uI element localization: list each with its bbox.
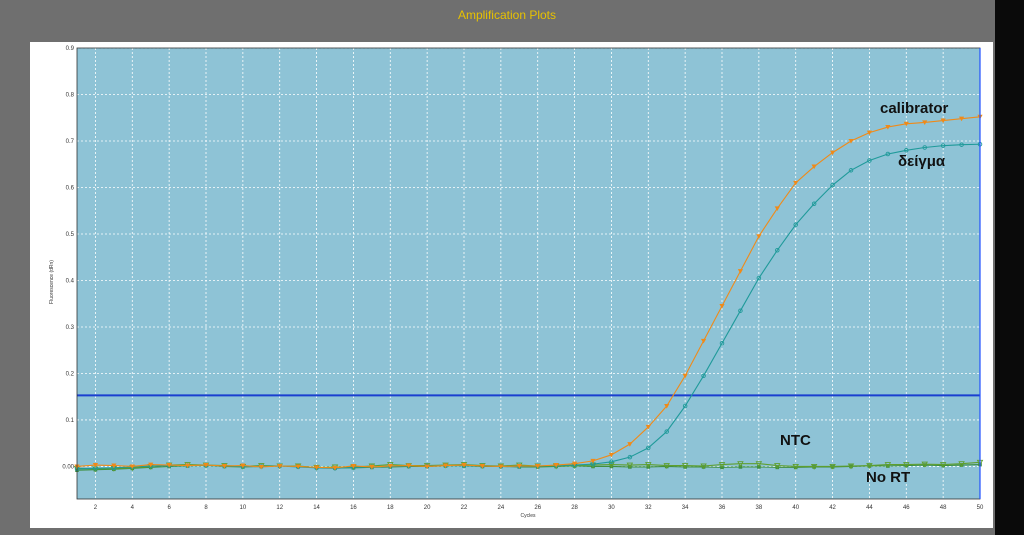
y-tick-label: 0.5 (66, 232, 75, 238)
x-tick-label: 34 (682, 505, 689, 511)
series-label-sample: δείγμα (898, 153, 946, 170)
y-tick-label: 0.3 (66, 325, 75, 331)
y-tick-label: 0.7 (66, 139, 75, 145)
x-tick-label: 44 (866, 505, 873, 511)
chart-title: Amplification Plots (457, 8, 557, 22)
x-tick-label: 20 (424, 505, 431, 511)
y-tick-label: 0.2 (66, 371, 75, 377)
x-tick-label: 42 (829, 505, 836, 511)
y-tick-label: 0.1 (66, 418, 75, 424)
x-tick-label: 26 (534, 505, 541, 511)
y-tick-label: 0.6 (66, 185, 75, 191)
plot-area (77, 48, 980, 499)
x-tick-label: 24 (498, 505, 505, 511)
y-tick-label: 0.00 (62, 464, 74, 470)
x-tick-label: 14 (313, 505, 320, 511)
x-tick-label: 40 (792, 505, 799, 511)
y-tick-label: 0.9 (66, 46, 75, 52)
series-label-ntc: NTC (780, 432, 811, 449)
series-label-calibrator: calibrator (880, 100, 949, 117)
x-tick-label: 38 (756, 505, 763, 511)
y-tick-label: 0.8 (66, 92, 75, 98)
x-tick-label: 50 (977, 505, 984, 511)
window-edge-bar (995, 0, 1024, 535)
x-axis-label: Cycles (520, 513, 536, 519)
x-tick-label: 18 (387, 505, 394, 511)
chart-panel: 2 4 6 8 10 12 14 16 18 20 22 24 26 28 30 32 34 36 38 40 42 44… (30, 42, 993, 528)
x-tick-label: 48 (940, 505, 947, 511)
y-axis-label: Fluorescence (dRn) (49, 260, 55, 304)
series-label-no-rt: No RT (866, 469, 910, 486)
x-tick-label: 12 (276, 505, 283, 511)
y-tick-label: 0.4 (66, 278, 75, 284)
x-tick-label: 10 (240, 505, 247, 511)
x-tick-label: 30 (608, 505, 615, 511)
x-tick-label: 46 (903, 505, 910, 511)
x-tick-label: 28 (571, 505, 578, 511)
amplification-plot: 2 4 6 8 10 12 14 16 18 20 22 24 26 28 30 32 34 36 38 40 42 44… (30, 42, 993, 528)
x-tick-label: 16 (350, 505, 357, 511)
x-tick-label: 32 (645, 505, 652, 511)
x-tick-label: 22 (461, 505, 468, 511)
x-tick-label: 36 (719, 505, 726, 511)
